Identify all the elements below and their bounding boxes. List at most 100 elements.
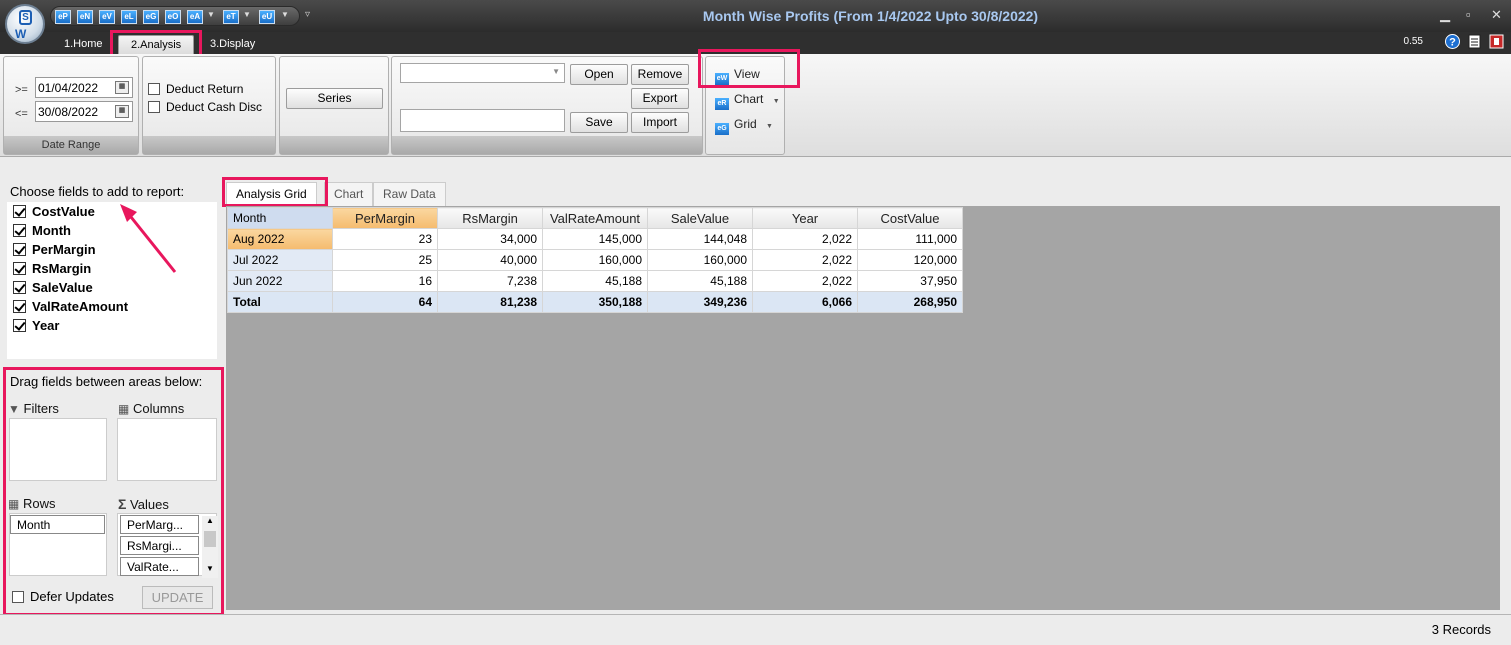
table-cell[interactable]: 37,950 (857, 270, 963, 292)
row-header[interactable]: Aug 2022 (227, 228, 333, 250)
table-cell[interactable]: 23 (332, 228, 438, 250)
grand-total-row[interactable]: Total 64 81,238 350,188 349,236 6,066 26… (227, 291, 963, 313)
table-cell[interactable]: 34,000 (437, 228, 543, 250)
chart-dropdown-button[interactable]: eR Chart ▼ (715, 92, 780, 110)
to-date-field[interactable]: 30/08/2022 ▦ (35, 101, 133, 122)
values-item-permargin[interactable]: PerMarg... (120, 515, 199, 534)
checkbox-checked[interactable] (13, 224, 26, 237)
chevron-up-icon[interactable]: ▲ (206, 516, 214, 525)
calendar-icon[interactable]: ▦ (115, 81, 129, 94)
total-cell[interactable]: 6,066 (752, 291, 858, 313)
table-cell[interactable]: 160,000 (647, 249, 753, 271)
checkbox-checked[interactable] (13, 205, 26, 218)
table-cell[interactable]: 2,022 (752, 228, 858, 250)
table-cell[interactable]: 2,022 (752, 249, 858, 271)
table-cell[interactable]: 2,022 (752, 270, 858, 292)
table-cell[interactable]: 7,238 (437, 270, 543, 292)
total-cell[interactable]: 64 (332, 291, 438, 313)
checkbox-checked[interactable] (13, 262, 26, 275)
field-costvalue[interactable]: CostValue (13, 204, 95, 219)
values-scrollbar[interactable]: ▲ ▼ (202, 516, 218, 578)
save-button[interactable]: Save (570, 112, 628, 133)
deduct-return-checkbox[interactable] (148, 83, 160, 95)
table-cell[interactable]: 160,000 (542, 249, 648, 271)
table-cell[interactable]: 25 (332, 249, 438, 271)
chevron-down-icon[interactable]: ▼ (206, 564, 214, 573)
view-button[interactable]: eW View (715, 67, 760, 85)
layout-name-input[interactable] (400, 109, 565, 132)
table-cell[interactable]: 45,188 (647, 270, 753, 292)
defer-updates-checkbox[interactable] (12, 591, 24, 603)
column-header-rsmargin[interactable]: RsMargin (437, 207, 543, 229)
from-date-field[interactable]: 01/04/2022 ▦ (35, 77, 133, 98)
layout-select[interactable]: ▼ (400, 63, 565, 83)
grid-dropdown-button[interactable]: eG Grid ▼ (715, 117, 773, 135)
scrollbar-thumb[interactable] (204, 531, 216, 547)
open-button[interactable]: Open (570, 64, 628, 85)
deduct-cash-disc-checkbox[interactable] (148, 101, 160, 113)
checkbox-checked[interactable] (13, 243, 26, 256)
field-valrateamount[interactable]: ValRateAmount (13, 299, 128, 314)
field-permargin[interactable]: PerMargin (13, 242, 96, 257)
series-group-label (280, 136, 388, 154)
maximize-icon[interactable]: ▫ (1466, 7, 1471, 22)
table-cell[interactable]: 120,000 (857, 249, 963, 271)
calendar-icon[interactable]: ▦ (115, 105, 129, 118)
field-salevalue[interactable]: SaleValue (13, 280, 93, 295)
column-header-valrateamount[interactable]: ValRateAmount (542, 207, 648, 229)
values-item-rsmargin[interactable]: RsMargi... (120, 536, 199, 555)
column-header-year[interactable]: Year (752, 207, 858, 229)
total-cell[interactable]: 350,188 (542, 291, 648, 313)
row-field-header-month[interactable]: Month (227, 207, 333, 229)
table-cell[interactable]: 111,000 (857, 228, 963, 250)
columns-icon: ▦ (118, 402, 130, 416)
total-cell[interactable]: 349,236 (647, 291, 753, 313)
import-button[interactable]: Import (631, 112, 689, 133)
update-button[interactable]: UPDATE (142, 586, 213, 609)
table-cell[interactable]: 45,188 (542, 270, 648, 292)
row-header[interactable]: Jun 2022 (227, 270, 333, 292)
tab-chart[interactable]: Chart (324, 182, 374, 206)
window-title: Month Wise Profits (From 1/4/2022 Upto 3… (702, 8, 1039, 24)
total-cell[interactable]: 268,950 (857, 291, 963, 313)
document-icon[interactable] (1467, 34, 1482, 49)
checkbox-checked[interactable] (13, 281, 26, 294)
rows-item-month[interactable]: Month (10, 515, 105, 534)
app-logo[interactable]: S W (5, 4, 45, 44)
field-month[interactable]: Month (13, 223, 71, 238)
column-header-costvalue[interactable]: CostValue (857, 207, 963, 229)
table-cell[interactable]: 16 (332, 270, 438, 292)
table-row[interactable]: Jul 2022 25 40,000 160,000 160,000 2,022… (227, 249, 963, 271)
export-button[interactable]: Export (631, 88, 689, 109)
checkbox-checked[interactable] (13, 300, 26, 313)
field-year[interactable]: Year (13, 318, 59, 333)
tab-raw-data[interactable]: Raw Data (373, 182, 446, 206)
close-icon[interactable]: ✕ (1491, 7, 1502, 23)
total-cell[interactable]: 81,238 (437, 291, 543, 313)
table-cell[interactable]: 145,000 (542, 228, 648, 250)
tab-home[interactable]: 1.Home (52, 35, 115, 54)
columns-drop-area[interactable] (117, 418, 217, 481)
minimize-icon[interactable]: ▁ (1440, 7, 1450, 23)
help-icon[interactable]: ? (1445, 34, 1460, 49)
tab-display[interactable]: 3.Display (198, 35, 267, 54)
tab-analysis[interactable]: 2.Analysis (118, 35, 195, 54)
checkbox-checked[interactable] (13, 319, 26, 332)
tab-analysis-grid[interactable]: Analysis Grid (226, 182, 317, 206)
table-row[interactable]: Aug 2022 23 34,000 145,000 144,048 2,022… (227, 228, 963, 250)
view-icon: eW (715, 73, 729, 85)
table-cell[interactable]: 144,048 (647, 228, 753, 250)
chevron-down-icon[interactable]: ▼ (552, 67, 560, 76)
column-header-permargin[interactable]: PerMargin (332, 207, 438, 229)
values-item-valrateamount[interactable]: ValRate... (120, 557, 199, 576)
field-rsmargin[interactable]: RsMargin (13, 261, 91, 276)
series-button[interactable]: Series (286, 88, 383, 109)
column-header-salevalue[interactable]: SaleValue (647, 207, 753, 229)
filters-drop-area[interactable] (9, 418, 107, 481)
table-cell[interactable]: 40,000 (437, 249, 543, 271)
total-label[interactable]: Total (227, 291, 333, 313)
exit-icon[interactable] (1489, 34, 1504, 49)
remove-button[interactable]: Remove (631, 64, 689, 85)
row-header[interactable]: Jul 2022 (227, 249, 333, 271)
table-row[interactable]: Jun 2022 16 7,238 45,188 45,188 2,022 37… (227, 270, 963, 292)
